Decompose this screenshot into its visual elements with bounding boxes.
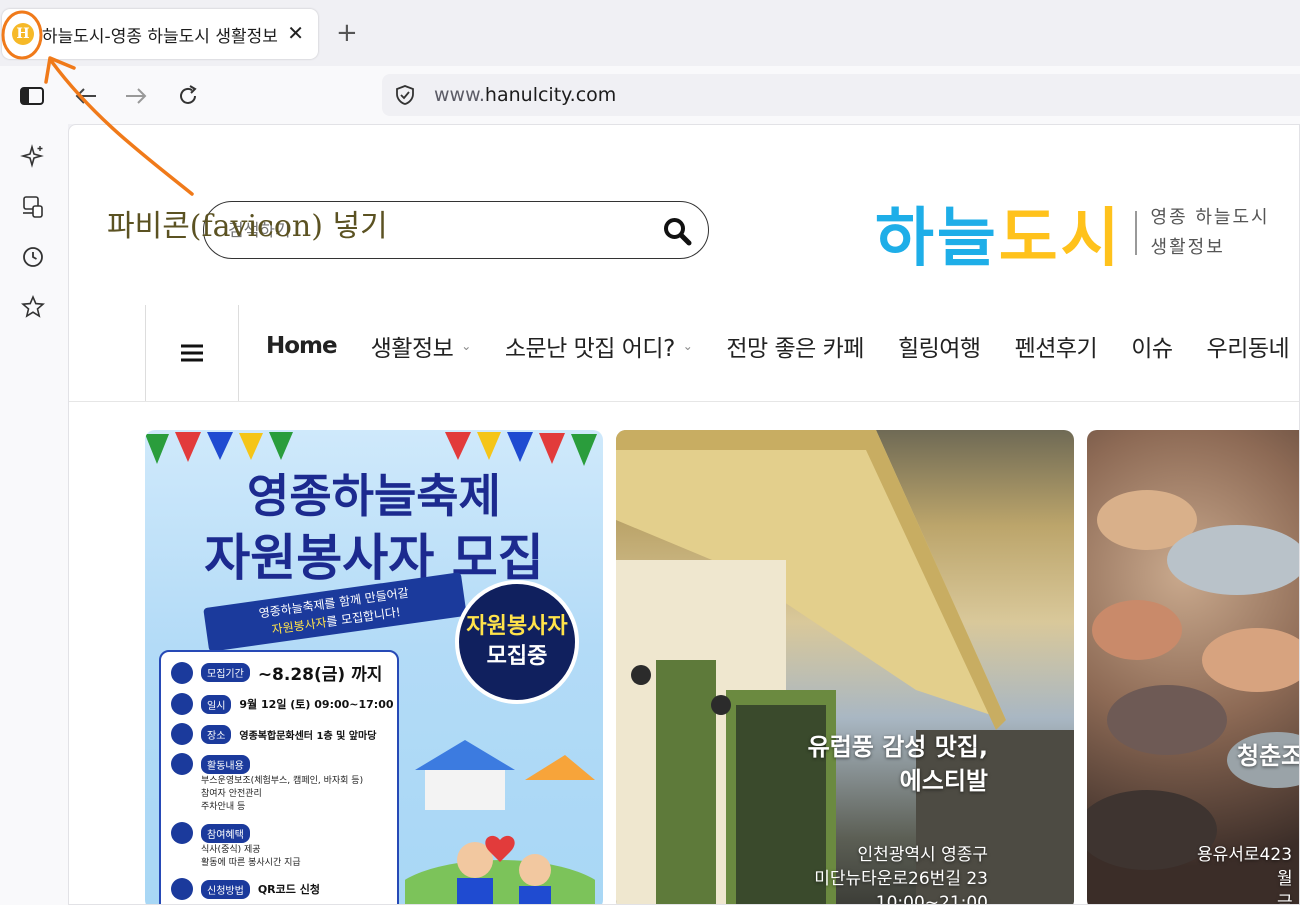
site-logo[interactable]: 하늘도시 영종 하늘도시 생활정보 (875, 187, 1270, 279)
logo-wordmark: 하늘도시 (875, 202, 1123, 276)
restaurant-photo (616, 430, 1074, 904)
gift-icon (171, 822, 193, 844)
browser-sidebar (0, 124, 68, 905)
poster-info-box: 모집기간 ~8.28(금) 까지 일시 9월 12일 (토) 09:00~17:00… (159, 650, 399, 904)
sidebar-toggle-icon[interactable] (18, 82, 46, 110)
card-address: 인천광역시 영종구 미단뉴타운로26번길 23 10:00~21:00 (814, 845, 988, 905)
main-navigation: Home 생활정보 ⌄ 소문난 맛집 어디? ⌄ 전망 좋은 카페 힐링여행 펜션후… (145, 305, 1299, 401)
seafood-photo (1087, 490, 1299, 870)
bookmarks-star-icon[interactable] (20, 294, 46, 320)
info-row-activity: 활동내용 (171, 753, 397, 775)
menu-item-cafes[interactable]: 전망 좋은 카페 (726, 329, 864, 363)
url-domain: hanulcity.com (484, 84, 617, 106)
forward-arrow-icon[interactable] (122, 82, 150, 110)
poster-title-line1: 영종하늘축제 (247, 469, 501, 523)
benefit-item: 활동에 따른 봉사시간 지급 (201, 858, 301, 868)
reload-icon[interactable] (174, 82, 202, 110)
poster-title-line2: 자원봉사자 모집 (204, 529, 544, 587)
activity-item: 참여자 안전관리 (201, 789, 262, 799)
post-card-volunteer[interactable]: 영종하늘축제 자원봉사자 모집 영종하늘축제를 함께 만들어갈 자원봉사자를 모… (145, 430, 603, 904)
card-title: 유럽풍 감성 맛집, 에스티발 (807, 733, 988, 795)
info-row-place: 장소 영종복합문화센터 1층 및 앞마당 (171, 723, 397, 745)
favicon-annotation-label: 파비콘(favicon) 넣기 (107, 209, 388, 244)
calendar-icon (171, 661, 193, 684)
site-favicon-icon: H (12, 23, 34, 45)
benefit-item: 식사(중식) 제공 (201, 845, 261, 855)
card-title: 청춘조 (1237, 742, 1300, 770)
sparkle-ai-icon[interactable] (20, 144, 46, 170)
menu-item-restaurants[interactable]: 소문난 맛집 어디? ⌄ (505, 329, 693, 363)
search-icon[interactable] (662, 216, 692, 250)
location-pin-icon (171, 723, 193, 745)
web-page: 하늘도시 영종 하늘도시 생활정보 Home 생활정보⌄ 소문난 맛집 어디?⌄… (68, 124, 1300, 905)
shield-icon[interactable] (394, 84, 416, 111)
url-prefix: www. (434, 84, 485, 106)
recruiting-badge: 자원봉사자 모집중 (455, 580, 579, 704)
new-tab-button[interactable]: + (336, 18, 358, 48)
logo-divider (1134, 211, 1137, 255)
logo-tagline: 영종 하늘도시 생활정보 (1150, 207, 1270, 258)
tab-title: 하늘도시-영종 하늘도시 생활정보 (42, 26, 278, 47)
navigation-bar: www. hanulcity.com (0, 66, 1300, 124)
tab-strip: H 하늘도시-영종 하늘도시 생활정보 ✕ + (0, 0, 1300, 66)
menu-item-home[interactable]: Home (266, 329, 338, 363)
menu-list: Home 생활정보 ⌄ 소문난 맛집 어디? ⌄ 전망 좋은 카페 힐링여행 펜션후… (266, 329, 1299, 363)
info-row-benefits: 참여혜택 (171, 822, 397, 844)
hamburger-menu-icon[interactable] (146, 305, 239, 401)
back-arrow-icon[interactable] (72, 82, 100, 110)
activity-item: 부스운영보조(체험부스, 캠페인, 바자회 등) (201, 776, 364, 786)
synced-devices-icon[interactable] (20, 194, 46, 220)
post-card-restaurant[interactable]: 유럽풍 감성 맛집, 에스티발 인천광역시 영종구 미단뉴타운로26번길 23 … (616, 430, 1074, 905)
menu-item-issues[interactable]: 이슈 (1131, 329, 1173, 363)
post-card-seafood[interactable]: 청춘조 용유서로423 월 금 (1087, 430, 1300, 905)
menu-item-living-info[interactable]: 생활정보 ⌄ (371, 329, 472, 363)
info-row-period: 모집기간 ~8.28(금) 까지 (171, 660, 397, 685)
clock-calendar-icon (171, 693, 193, 715)
festival-illustration (405, 740, 595, 904)
history-clock-icon[interactable] (20, 244, 46, 270)
info-row-date: 일시 9월 12일 (토) 09:00~17:00 (171, 693, 397, 715)
people-icon (171, 753, 193, 775)
chevron-down-icon: ⌄ (682, 339, 693, 353)
menu-item-pension-reviews[interactable]: 펜션후기 (1015, 329, 1098, 363)
menu-item-neighborhood[interactable]: 우리동네 (1207, 329, 1290, 363)
activity-item: 주차안내 등 (201, 802, 246, 812)
menu-item-healing-travel[interactable]: 힐링여행 (898, 329, 981, 363)
info-row-apply: 신청방법 QR코드 신청 (171, 878, 397, 900)
browser-tab[interactable]: H 하늘도시-영종 하늘도시 생활정보 ✕ (2, 9, 318, 59)
monitor-icon (171, 878, 193, 900)
close-tab-icon[interactable]: ✕ (287, 21, 304, 45)
card-address: 용유서로423 월 금 (1197, 845, 1293, 905)
divider (69, 401, 1299, 402)
chevron-down-icon: ⌄ (461, 339, 471, 353)
address-bar[interactable]: www. hanulcity.com (382, 74, 1300, 116)
